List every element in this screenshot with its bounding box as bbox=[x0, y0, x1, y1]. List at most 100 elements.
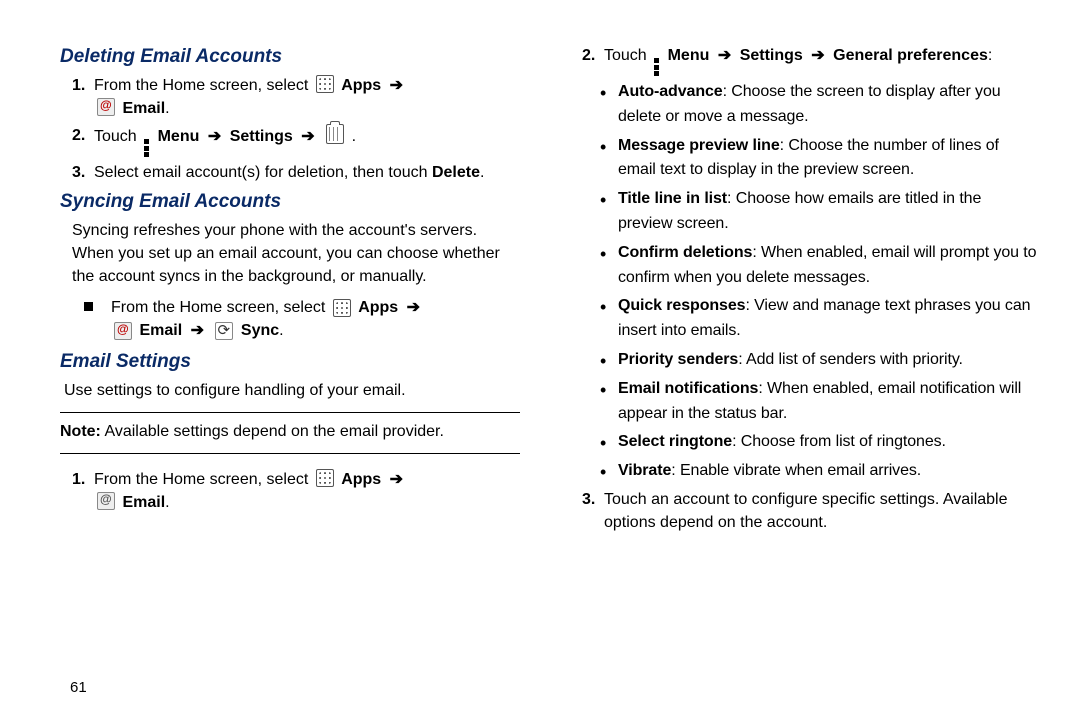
syncing-paragraph: Syncing refreshes your phone with the ac… bbox=[72, 219, 520, 289]
dot: . bbox=[279, 322, 283, 339]
step-content: From the Home screen, select Apps ➔ Emai… bbox=[111, 296, 520, 342]
step-number: 2. bbox=[582, 44, 604, 67]
left-column: Deleting Email Accounts 1. From the Home… bbox=[60, 40, 550, 700]
square-bullet-icon bbox=[84, 302, 93, 311]
step-2: 2. Touch Menu ➔ Settings ➔ . bbox=[72, 124, 520, 157]
list-item: Quick responses: View and manage text ph… bbox=[600, 294, 1040, 344]
email-label: Email bbox=[122, 494, 165, 511]
delete-label: Delete bbox=[432, 164, 480, 181]
note-separator-top bbox=[60, 412, 520, 413]
menu-label: Menu bbox=[158, 128, 200, 145]
dot: . bbox=[165, 100, 169, 117]
trash-icon bbox=[326, 124, 344, 144]
bullet-label: Message preview line bbox=[618, 137, 780, 154]
apps-grid-icon bbox=[333, 299, 351, 317]
heading-deleting: Deleting Email Accounts bbox=[60, 46, 520, 68]
email-label: Email bbox=[122, 100, 165, 117]
step-3: 3. Select email account(s) for deletion,… bbox=[72, 161, 520, 184]
general-label: General preferences bbox=[833, 47, 988, 64]
apps-label: Apps bbox=[341, 77, 381, 94]
bullet-label: Email notifications bbox=[618, 380, 758, 397]
step-content: Select email account(s) for deletion, th… bbox=[94, 161, 520, 184]
list-item: Priority senders: Add list of senders wi… bbox=[600, 348, 1040, 373]
general-preferences-bullets: Auto-advance: Choose the screen to displ… bbox=[600, 80, 1040, 484]
step-2: 2. Touch Menu ➔ Settings ➔ General prefe… bbox=[582, 44, 1040, 76]
bullet-label: Quick responses bbox=[618, 297, 745, 314]
bullet-label: Title line in list bbox=[618, 190, 727, 207]
step-number: 1. bbox=[72, 468, 94, 491]
email-label: Email bbox=[139, 322, 182, 339]
note-label: Note: bbox=[60, 423, 101, 440]
note-text: Available settings depend on the email p… bbox=[101, 423, 444, 440]
text: Touch bbox=[604, 47, 651, 64]
step-content: Touch Menu ➔ Settings ➔ . bbox=[94, 124, 520, 157]
step-content: From the Home screen, select Apps ➔ Emai… bbox=[94, 468, 520, 514]
step-3: 3. Touch an account to configure specifi… bbox=[582, 488, 1040, 534]
arrow-icon: ➔ bbox=[208, 128, 221, 145]
list-item: Vibrate: Enable vibrate when email arriv… bbox=[600, 459, 1040, 484]
list-item: From the Home screen, select Apps ➔ Emai… bbox=[84, 296, 520, 342]
bullet-label: Auto-advance bbox=[618, 83, 723, 100]
syncing-step: From the Home screen, select Apps ➔ Emai… bbox=[84, 296, 520, 342]
text: Select email account(s) for deletion, th… bbox=[94, 164, 432, 181]
arrow-icon: ➔ bbox=[390, 77, 403, 94]
step-content: From the Home screen, select Apps ➔ Emai… bbox=[94, 74, 520, 120]
heading-email-settings: Email Settings bbox=[60, 351, 520, 373]
bullet-label: Vibrate bbox=[618, 462, 671, 479]
text: From the Home screen, select bbox=[94, 471, 313, 488]
step-content: Touch Menu ➔ Settings ➔ General preferen… bbox=[604, 44, 1040, 76]
dot: . bbox=[480, 164, 484, 181]
arrow-icon: ➔ bbox=[811, 47, 824, 64]
deleting-steps: 1. From the Home screen, select Apps ➔ E… bbox=[72, 74, 520, 185]
arrow-icon: ➔ bbox=[191, 322, 204, 339]
apps-grid-icon bbox=[316, 469, 334, 487]
menu-label: Menu bbox=[668, 47, 710, 64]
email-icon bbox=[97, 492, 115, 510]
email-settings-steps: 1. From the Home screen, select Apps ➔ E… bbox=[72, 468, 520, 514]
step-number: 3. bbox=[72, 161, 94, 184]
text: Touch bbox=[94, 128, 141, 145]
email-icon bbox=[97, 98, 115, 116]
heading-syncing: Syncing Email Accounts bbox=[60, 191, 520, 213]
arrow-icon: ➔ bbox=[718, 47, 731, 64]
arrow-icon: ➔ bbox=[390, 471, 403, 488]
general-prefs-steps: 2. Touch Menu ➔ Settings ➔ General prefe… bbox=[582, 44, 1040, 76]
colon: : bbox=[988, 47, 992, 64]
menu-dots-icon bbox=[654, 58, 660, 76]
bullet-text: : Enable vibrate when email arrives. bbox=[671, 462, 921, 479]
step-number: 2. bbox=[72, 124, 94, 147]
step-1: 1. From the Home screen, select Apps ➔ E… bbox=[72, 468, 520, 514]
dot: . bbox=[352, 128, 356, 145]
step-1: 1. From the Home screen, select Apps ➔ E… bbox=[72, 74, 520, 120]
bullet-text: : Choose from list of ringtones. bbox=[732, 433, 946, 450]
list-item: Confirm deletions: When enabled, email w… bbox=[600, 241, 1040, 291]
text: From the Home screen, select bbox=[94, 77, 313, 94]
list-item: Select ringtone: Choose from list of rin… bbox=[600, 430, 1040, 455]
right-column: 2. Touch Menu ➔ Settings ➔ General prefe… bbox=[550, 40, 1040, 700]
list-item: Auto-advance: Choose the screen to displ… bbox=[600, 80, 1040, 130]
text: From the Home screen, select bbox=[111, 299, 330, 316]
settings-label: Settings bbox=[740, 47, 803, 64]
menu-dots-icon bbox=[144, 139, 150, 157]
manual-page: Deleting Email Accounts 1. From the Home… bbox=[0, 0, 1080, 720]
bullet-label: Select ringtone bbox=[618, 433, 732, 450]
list-item: Message preview line: Choose the number … bbox=[600, 134, 1040, 184]
arrow-icon: ➔ bbox=[301, 128, 314, 145]
dot: . bbox=[165, 494, 169, 511]
bullet-label: Priority senders bbox=[618, 351, 738, 368]
settings-label: Settings bbox=[230, 128, 293, 145]
step-3-list: 3. Touch an account to configure specifi… bbox=[582, 488, 1040, 534]
settings-paragraph: Use settings to configure handling of yo… bbox=[64, 379, 520, 402]
apps-grid-icon bbox=[316, 75, 334, 93]
arrow-icon: ➔ bbox=[407, 299, 420, 316]
list-item: Email notifications: When enabled, email… bbox=[600, 377, 1040, 427]
list-item: Title line in list: Choose how emails ar… bbox=[600, 187, 1040, 237]
apps-label: Apps bbox=[341, 471, 381, 488]
apps-label: Apps bbox=[358, 299, 398, 316]
page-number: 61 bbox=[70, 679, 87, 696]
email-icon bbox=[114, 322, 132, 340]
step-number: 3. bbox=[582, 488, 604, 511]
note-separator-bottom bbox=[60, 453, 520, 454]
bullet-label: Confirm deletions bbox=[618, 244, 752, 261]
note: Note: Available settings depend on the e… bbox=[60, 421, 520, 443]
